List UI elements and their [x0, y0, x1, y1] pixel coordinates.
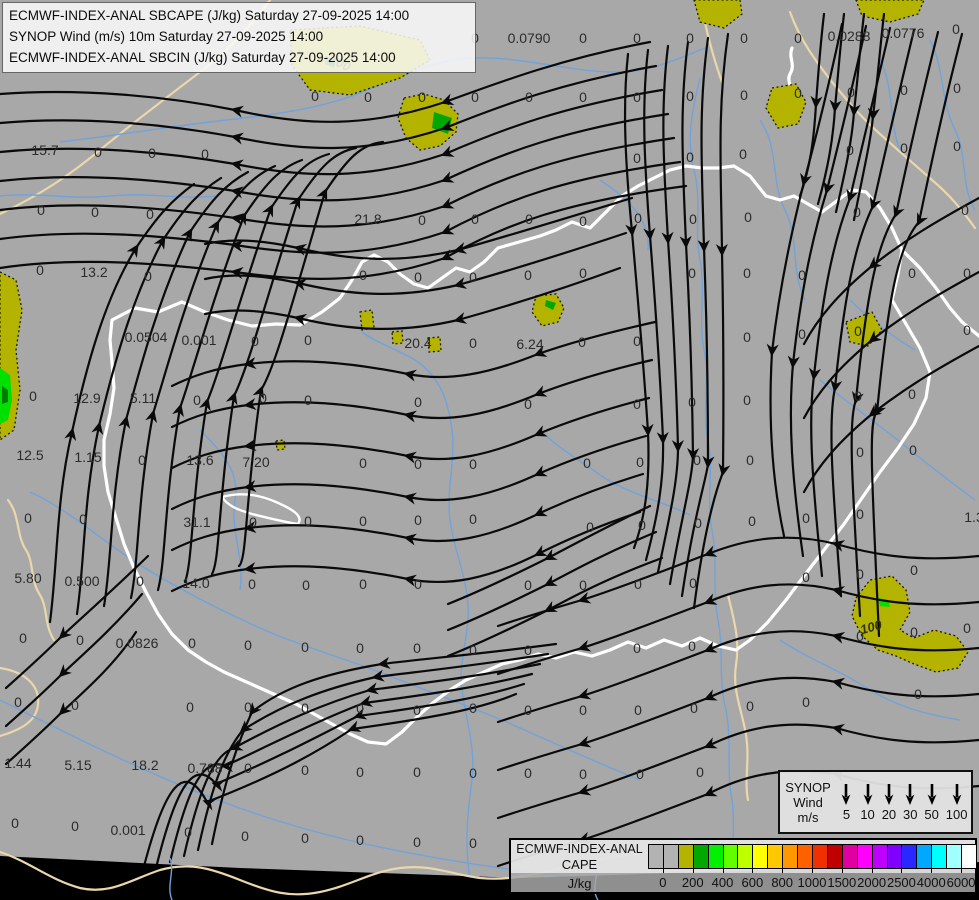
down-arrow-icon: [884, 784, 894, 805]
wind-legend-line-3: m/s: [797, 809, 819, 825]
wind-legend-line-1: SYNOP: [785, 779, 831, 795]
cape-legend: ECMWF-INDEX-ANAL CAPE J/kg 0 200 400 600 800…: [509, 838, 977, 894]
cape-colour-box: [707, 844, 724, 869]
cape-tick-label: 0: [659, 875, 667, 890]
down-arrow-icon: [927, 784, 937, 805]
cape-tick-label: 1000: [797, 875, 827, 890]
cape-tick: [901, 869, 903, 873]
weather-map-screenshot: 00.0790000000.02880.07760000000000000015…: [0, 0, 979, 900]
wind-speed-item: 5: [839, 782, 853, 822]
cape-colour-box: [648, 844, 664, 869]
cape-tick: [782, 869, 784, 873]
cape-colour-box: [811, 844, 828, 869]
cape-tick: [871, 869, 873, 873]
cape-legend-parameter: CAPE: [561, 857, 598, 872]
wind-speed-item: 20: [882, 782, 896, 822]
wind-speed-label: 20: [881, 807, 897, 822]
cape-colour-box: [826, 844, 843, 869]
map-canvas: [0, 0, 979, 900]
wind-legend-line-2: Wind: [793, 794, 823, 810]
cape-colour-box: [901, 844, 918, 869]
cape-colour-box: [767, 844, 784, 869]
cape-tick: [662, 869, 664, 873]
wind-speed-label: 10: [860, 807, 875, 822]
wind-speed-item: 100: [945, 782, 968, 822]
cape-colour-box: [692, 844, 709, 869]
cape-colour-box: [946, 844, 963, 869]
wind-speed-label: 5: [842, 807, 851, 822]
cape-colour-box: [871, 844, 888, 869]
cape-tick: [961, 869, 963, 873]
wind-legend-scale: 5 10 20 30 50 100: [836, 782, 971, 822]
cape-colour-box: [737, 844, 754, 869]
cape-tick: [841, 869, 843, 873]
cape-tick-label: 4000: [916, 875, 946, 890]
down-arrow-icon: [863, 784, 872, 805]
wind-legend-title: SYNOP Wind m/s: [780, 780, 836, 825]
cape-colour-box: [752, 844, 769, 869]
cape-tick-label: 200: [681, 875, 704, 890]
down-arrow-icon: [952, 784, 962, 805]
cape-tick: [692, 869, 694, 873]
cape-tick: [931, 869, 933, 873]
cape-legend-units: J/kg: [567, 876, 592, 891]
wind-legend: SYNOP Wind m/s 5 10 20 30 50 100: [778, 770, 973, 834]
cape-tick-label: 2500: [886, 875, 916, 890]
down-arrow-icon: [905, 784, 915, 805]
title-box: ECMWF-INDEX-ANAL SBCAPE (J/kg) Saturday …: [2, 2, 476, 73]
cape-colour-box: [722, 844, 739, 869]
cape-tick-label: 800: [771, 875, 794, 890]
cape-colour-box: [916, 844, 933, 869]
cape-colour-box: [856, 844, 873, 869]
cape-tick-label: 1500: [827, 875, 857, 890]
cape-tick: [752, 869, 754, 873]
cape-tick-label: 400: [711, 875, 734, 890]
cape-colour-box: [961, 844, 977, 869]
wind-speed-item: 50: [924, 782, 939, 822]
down-arrow-icon: [842, 784, 851, 805]
cape-legend-product: ECMWF-INDEX-ANAL: [516, 842, 643, 856]
cape-colour-box: [841, 844, 858, 869]
cape-tick-label: 2000: [857, 875, 887, 890]
cape-colour-box: [662, 844, 679, 869]
wind-speed-item: 10: [860, 782, 875, 822]
title-line-sbcape: ECMWF-INDEX-ANAL SBCAPE (J/kg) Saturday …: [9, 8, 410, 23]
cape-tick-label: 6000: [946, 875, 976, 890]
cape-colour-box: [886, 844, 903, 869]
cape-tick: [722, 869, 724, 873]
wind-speed-label: 30: [903, 807, 918, 822]
cape-colour-box: [931, 844, 948, 869]
title-line-sbcin: ECMWF-INDEX-ANAL SBCIN (J/kg) Saturday 2…: [9, 50, 396, 65]
cape-tick-label: 600: [741, 875, 764, 890]
wind-speed-label: 50: [924, 807, 939, 822]
wind-speed-item: 30: [903, 782, 918, 822]
cape-colour-box: [677, 844, 694, 869]
cape-tick: [811, 869, 813, 873]
title-line-wind: SYNOP Wind (m/s) 10m Saturday 27-09-2025…: [9, 29, 324, 44]
cape-colour-box: [797, 844, 813, 869]
wind-speed-label: 100: [945, 807, 968, 822]
cape-colour-box: [782, 844, 799, 869]
